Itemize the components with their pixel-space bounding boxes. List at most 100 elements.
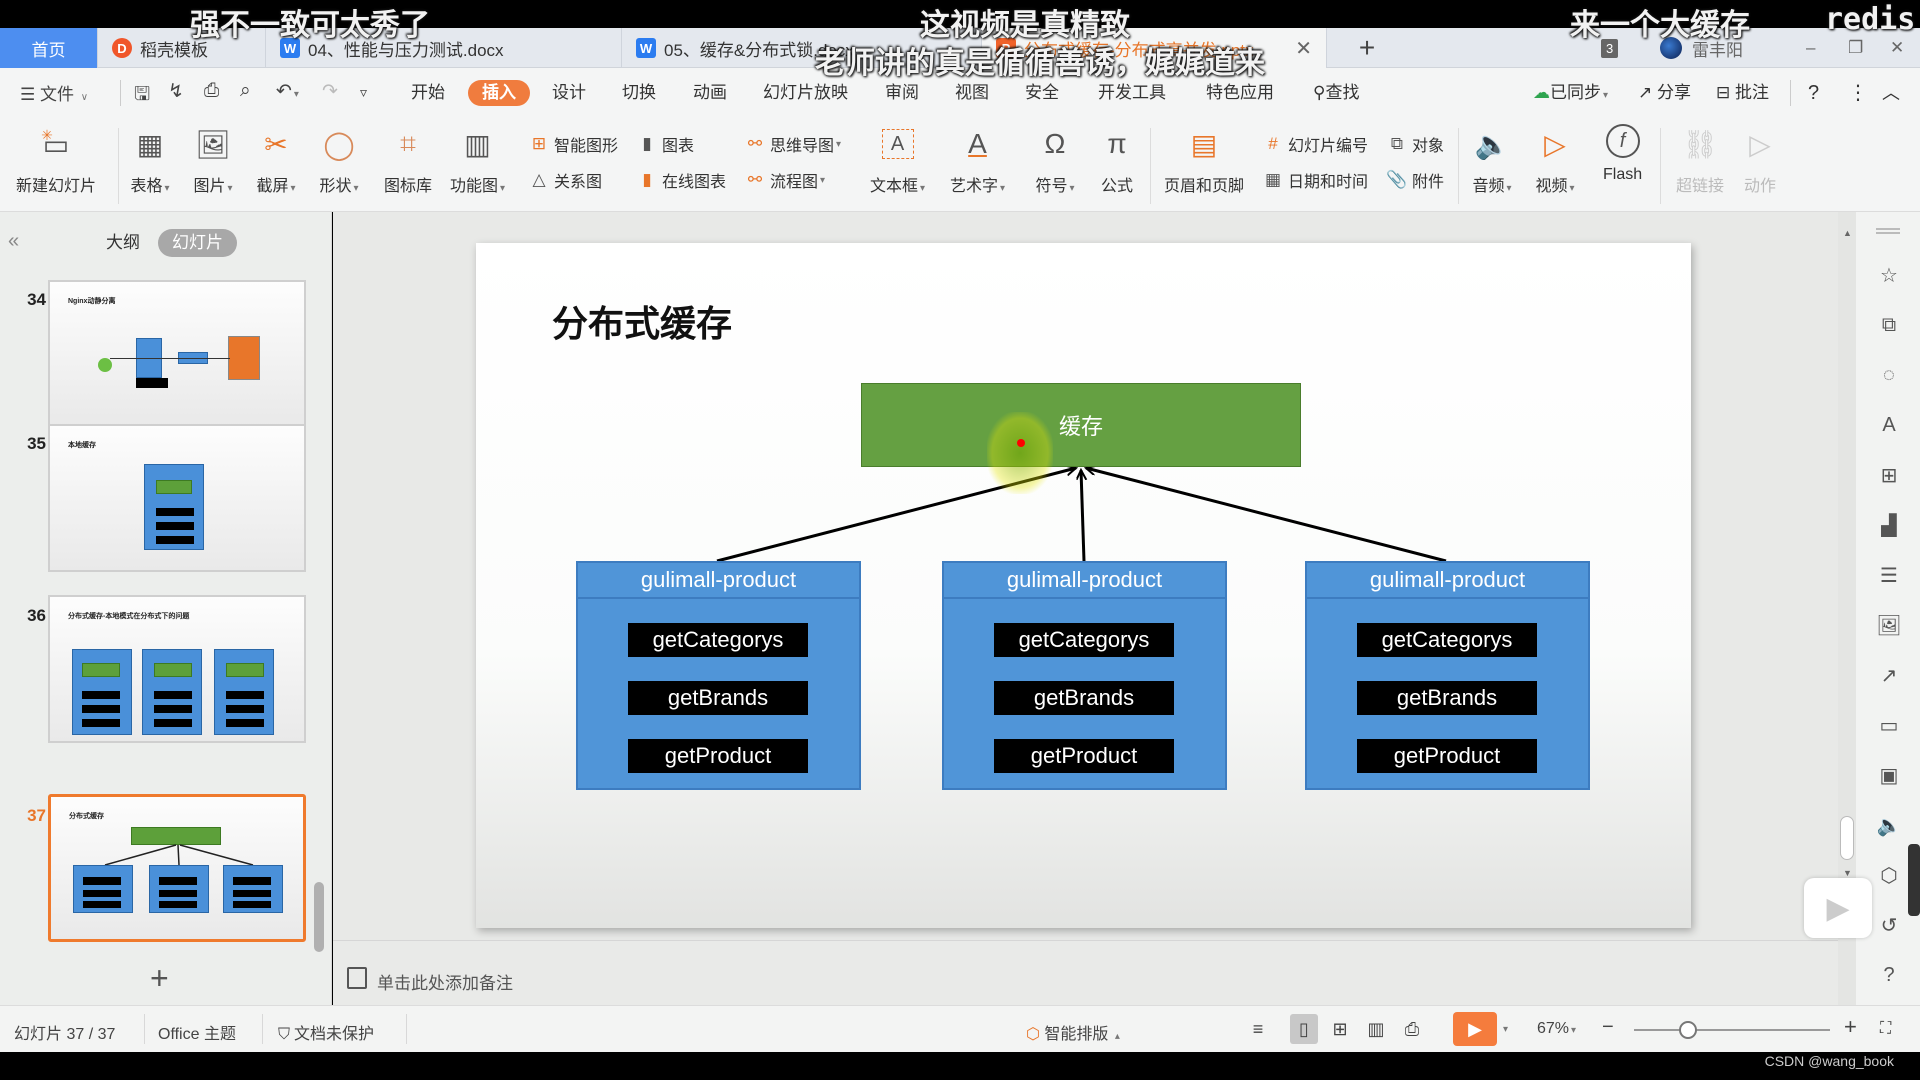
redo-icon[interactable]: ↷ bbox=[322, 80, 338, 103]
print-preview-icon[interactable]: ⌕ bbox=[240, 80, 251, 102]
flash-button[interactable]: f Flash bbox=[1603, 124, 1642, 184]
help-icon[interactable]: ? bbox=[1808, 80, 1819, 106]
zoom-slider-track[interactable] bbox=[1634, 1029, 1830, 1031]
document-protection[interactable]: ⛉ 文档未保护 bbox=[278, 1020, 374, 1044]
collapse-ribbon-icon[interactable]: ︿ bbox=[1882, 80, 1900, 106]
method-box[interactable]: getProduct bbox=[994, 739, 1174, 773]
notes-view-button[interactable]: ≡ bbox=[1244, 1014, 1272, 1044]
restore-button[interactable]: ❐ bbox=[1848, 28, 1863, 68]
slide-switch-icon[interactable]: ⧉ bbox=[1876, 312, 1902, 338]
symbol-button[interactable]: Ω 符号 ▾ bbox=[1035, 124, 1075, 196]
tab-docer[interactable]: D 稻壳模板 bbox=[98, 28, 266, 68]
tab-pptx-active[interactable]: P 分布式缓存-分布式高并发.pptx ✕ bbox=[982, 28, 1327, 68]
service-box[interactable]: gulimall-product getCategorys getBrands … bbox=[942, 561, 1227, 790]
menu-animation[interactable]: 动画 bbox=[693, 80, 727, 106]
audio-button[interactable]: 🔈 音频 ▾ bbox=[1472, 124, 1512, 196]
slide-thumbnail[interactable]: Nginx动静分离 bbox=[48, 280, 306, 428]
wordart-button[interactable]: A 艺术字 ▾ bbox=[950, 124, 1005, 196]
normal-view-button[interactable]: ▯ bbox=[1290, 1014, 1318, 1044]
picture-button[interactable]: 🖼 图片 ▾ bbox=[193, 124, 233, 196]
add-slide-button[interactable]: + bbox=[150, 960, 169, 997]
help-circle-icon[interactable]: ? bbox=[1876, 962, 1902, 988]
method-box[interactable]: getBrands bbox=[1357, 681, 1537, 715]
service-box[interactable]: gulimall-product getCategorys getBrands … bbox=[1305, 561, 1590, 790]
menu-transition[interactable]: 切换 bbox=[622, 80, 656, 106]
icon-library-button[interactable]: ⌗ 图标库 bbox=[384, 124, 432, 196]
textbox-button[interactable]: A 文本框 ▾ bbox=[870, 124, 925, 196]
slide[interactable]: 分布式缓存 缓存 gulimall-product getCategorys g… bbox=[476, 243, 1691, 928]
backup-icon[interactable]: ⬡ bbox=[1876, 862, 1902, 888]
tab-home[interactable]: 首页 bbox=[0, 28, 98, 68]
menu-home[interactable]: 开始 bbox=[411, 80, 445, 106]
chart-icon[interactable]: ▟ bbox=[1876, 512, 1902, 538]
attachment-button[interactable]: 📎 附件 bbox=[1386, 168, 1444, 192]
scroll-up-icon[interactable]: ▲ bbox=[1843, 228, 1852, 238]
object-button[interactable]: ⧉ 对象 bbox=[1386, 132, 1444, 156]
print-icon[interactable]: ⎙ bbox=[204, 80, 219, 102]
notes-pane[interactable]: 单击此处添加备注 bbox=[333, 940, 1838, 1005]
text-style-icon[interactable]: A bbox=[1876, 412, 1902, 438]
scrollbar-thumb[interactable] bbox=[1840, 816, 1854, 860]
tab-slides[interactable]: 幻灯片 bbox=[158, 229, 237, 257]
hyperlink-button[interactable]: ⛓ 超链接 bbox=[1676, 124, 1724, 196]
shapes-icon[interactable]: ◌ bbox=[1876, 362, 1902, 388]
menu-dev-tools[interactable]: 开发工具 bbox=[1098, 80, 1166, 106]
slide-title[interactable]: 分布式缓存 bbox=[552, 295, 732, 347]
smart-layout-button[interactable]: ⬡ 智能排版 ▴ bbox=[1026, 1020, 1120, 1044]
tab-doc-04[interactable]: W 04、性能与压力测试.docx bbox=[266, 28, 622, 68]
video-button[interactable]: ▷ 视频 ▾ bbox=[1535, 124, 1575, 196]
method-box[interactable]: getBrands bbox=[994, 681, 1174, 715]
customize-toolbar-icon[interactable]: ▿ bbox=[360, 84, 367, 101]
search-button[interactable]: ⚲查找 bbox=[1313, 80, 1359, 106]
menu-slideshow[interactable]: 幻灯片放映 bbox=[763, 80, 848, 106]
tab-outline[interactable]: 大纲 bbox=[92, 229, 154, 257]
header-footer-button[interactable]: ▤ 页眉和页脚 bbox=[1164, 124, 1244, 196]
zoom-out-button[interactable]: − bbox=[1602, 1016, 1614, 1039]
picture-icon[interactable]: ▣ bbox=[1876, 762, 1902, 788]
history-icon[interactable]: ↺ bbox=[1876, 912, 1902, 938]
menu-insert[interactable]: 插入 bbox=[468, 80, 530, 106]
drag-handle-icon[interactable] bbox=[1876, 228, 1900, 234]
star-effects-icon[interactable]: ☆ bbox=[1876, 262, 1902, 288]
file-menu[interactable]: ☰ 文件 ∨ bbox=[20, 80, 88, 105]
floating-video-player[interactable]: ▶ bbox=[1804, 878, 1872, 938]
zoom-in-button[interactable]: + bbox=[1844, 1014, 1857, 1040]
fit-window-icon[interactable]: ⛶ bbox=[1880, 1020, 1891, 1038]
screenshot-button[interactable]: ✂ 截屏 ▾ bbox=[256, 124, 296, 196]
flowchart-button[interactable]: ⚯ 流程图 ▾ bbox=[744, 168, 825, 192]
slide-thumbnail[interactable]: 本地缓存 bbox=[48, 424, 306, 572]
more-options-icon[interactable]: ⋮ bbox=[1848, 80, 1868, 106]
zoom-slider-thumb[interactable] bbox=[1678, 1021, 1697, 1039]
method-box[interactable]: getBrands bbox=[628, 681, 808, 715]
share-button[interactable]: ↗ 分享 bbox=[1638, 80, 1691, 106]
slide-thumbnail-active[interactable]: 分布式缓存 bbox=[48, 794, 306, 942]
collapse-panel-icon[interactable]: « bbox=[8, 230, 19, 253]
grid-layout-icon[interactable]: ⊞ bbox=[1876, 462, 1902, 488]
start-slideshow-button[interactable]: ▶ bbox=[1453, 1012, 1497, 1046]
undo-icon[interactable]: ↶ ▾ bbox=[276, 80, 299, 103]
menu-special-apps[interactable]: 特色应用 bbox=[1206, 80, 1274, 106]
minimize-button[interactable]: – bbox=[1806, 28, 1815, 68]
sync-status[interactable]: ☁已同步 ▾ bbox=[1533, 80, 1608, 106]
method-box[interactable]: getCategorys bbox=[1357, 623, 1537, 657]
service-box[interactable]: gulimall-product getCategorys getBrands … bbox=[576, 561, 861, 790]
settings-sliders-icon[interactable]: ☰ bbox=[1876, 562, 1902, 588]
save-icon[interactable]: 🖫 bbox=[134, 80, 150, 112]
audio-icon[interactable]: 🔈 bbox=[1876, 812, 1902, 838]
menu-view[interactable]: 视图 bbox=[955, 80, 989, 106]
comment-button[interactable]: ⊟ 批注 bbox=[1716, 80, 1769, 106]
menu-security[interactable]: 安全 bbox=[1025, 80, 1059, 106]
new-tab-button[interactable]: + bbox=[1352, 28, 1382, 68]
function-chart-button[interactable]: ▥ 功能图 ▾ bbox=[450, 124, 505, 196]
tab-doc-05[interactable]: W 05、缓存&分布式锁.docx bbox=[622, 28, 982, 68]
chart-button[interactable]: ▮ 图表 bbox=[636, 132, 694, 156]
slideshow-options-icon[interactable]: ▾ bbox=[1503, 1024, 1508, 1035]
close-window-button[interactable]: ✕ bbox=[1890, 28, 1904, 68]
scroll-down-icon[interactable]: ▼ bbox=[1843, 868, 1852, 878]
panel-scrollbar[interactable] bbox=[314, 882, 324, 952]
export-icon[interactable]: ↗ bbox=[1876, 662, 1902, 688]
slide-sorter-button[interactable]: ⊞ bbox=[1326, 1014, 1354, 1044]
relation-chart-button[interactable]: △ 关系图 bbox=[528, 168, 602, 192]
menu-review[interactable]: 审阅 bbox=[885, 80, 919, 106]
user-account[interactable]: 雷丰阳 bbox=[1660, 28, 1743, 68]
